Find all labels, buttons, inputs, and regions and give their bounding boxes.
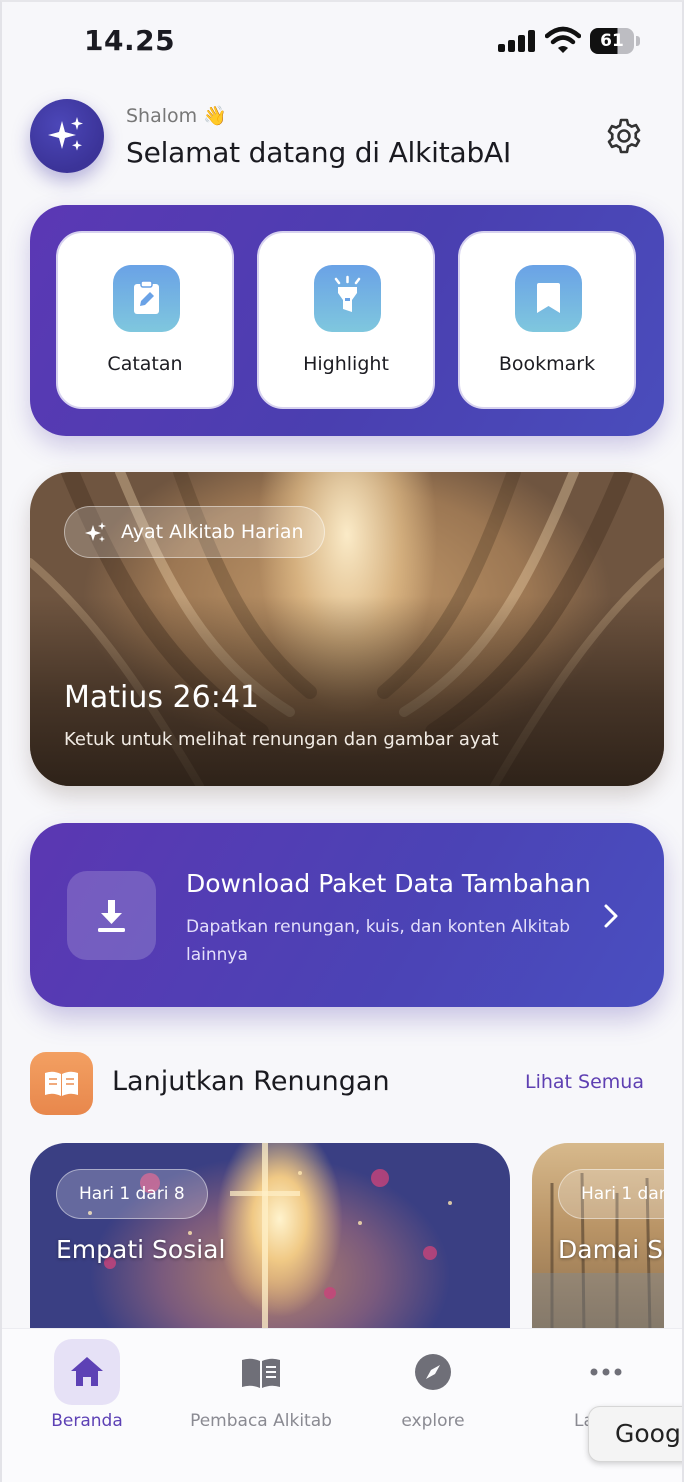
quick-actions-panel: Catatan Highlight Bookmark xyxy=(30,205,664,436)
chevron-right-icon xyxy=(604,904,618,928)
see-all-link[interactable]: Lihat Semua xyxy=(525,1071,644,1093)
app-screen: 14.25 61 Shalom 👋 Selamat datang di Alki… xyxy=(0,0,684,1482)
nav-item-bible-reader[interactable]: Pembaca Alkitab xyxy=(174,1329,348,1439)
nav-item-explore[interactable]: explore xyxy=(348,1329,518,1439)
google-overlay-tab[interactable]: Goog xyxy=(588,1406,684,1462)
clipboard-edit-icon xyxy=(113,265,180,332)
highlight-label: Highlight xyxy=(303,353,389,375)
notes-button[interactable]: Catatan xyxy=(56,231,234,409)
settings-gear-icon[interactable] xyxy=(604,116,644,156)
book-icon xyxy=(242,1358,280,1388)
cellular-signal-icon xyxy=(498,30,536,52)
highlighter-icon xyxy=(314,265,381,332)
sparkles-icon xyxy=(85,522,106,542)
nav-label-home: Beranda xyxy=(51,1411,123,1431)
download-icon xyxy=(67,871,156,960)
sparkles-icon xyxy=(48,117,83,151)
nav-label-explore: explore xyxy=(401,1411,465,1431)
nav-item-home[interactable]: Beranda xyxy=(0,1329,174,1439)
devotion-title: Empati Sosial xyxy=(56,1235,226,1264)
open-book-icon xyxy=(30,1052,93,1115)
devotion-title: Damai Se xyxy=(558,1235,664,1264)
daily-verse-badge: Ayat Alkitab Harian xyxy=(64,506,325,558)
download-title: Download Paket Data Tambahan xyxy=(186,869,591,898)
highlight-button[interactable]: Highlight xyxy=(257,231,435,409)
verse-reference: Matius 26:41 xyxy=(64,680,259,715)
more-icon xyxy=(590,1368,622,1376)
bookmark-button[interactable]: Bookmark xyxy=(458,231,636,409)
devotion-day-badge: Hari 1 dari 8 xyxy=(56,1169,208,1219)
devotion-card[interactable]: Hari 1 dar Damai Se xyxy=(532,1143,664,1333)
bookmark-label: Bookmark xyxy=(498,353,596,375)
daily-verse-badge-label: Ayat Alkitab Harian xyxy=(121,521,304,543)
home-icon xyxy=(71,1357,103,1386)
nav-label-bible-reader: Pembaca Alkitab xyxy=(190,1411,332,1431)
compass-icon xyxy=(415,1354,451,1390)
battery-level: 61 xyxy=(590,28,634,54)
wifi-icon xyxy=(545,26,581,53)
download-data-banner[interactable]: Download Paket Data Tambahan Dapatkan re… xyxy=(30,823,664,1007)
verse-hint: Ketuk untuk melihat renungan dan gambar … xyxy=(64,729,499,750)
devotion-card[interactable]: Hari 1 dari 8 Empati Sosial xyxy=(30,1143,510,1333)
devotion-section-title: Lanjutkan Renungan xyxy=(112,1066,390,1097)
bookmark-icon xyxy=(515,265,582,332)
status-time: 14.25 xyxy=(84,24,176,57)
battery-icon: 61 xyxy=(590,28,640,54)
daily-verse-card[interactable]: Ayat Alkitab Harian Matius 26:41 Ketuk u… xyxy=(30,472,664,786)
welcome-title: Selamat datang di AlkitabAI xyxy=(126,136,512,169)
app-logo xyxy=(30,99,104,173)
download-description: Dapatkan renungan, kuis, dan konten Alki… xyxy=(186,917,571,965)
bottom-navigation: Beranda Pembaca Alkitab explore La xyxy=(0,1328,684,1482)
notes-label: Catatan xyxy=(107,353,183,375)
devotion-day-badge: Hari 1 dar xyxy=(558,1169,664,1219)
greeting-text: Shalom 👋 xyxy=(126,105,227,127)
